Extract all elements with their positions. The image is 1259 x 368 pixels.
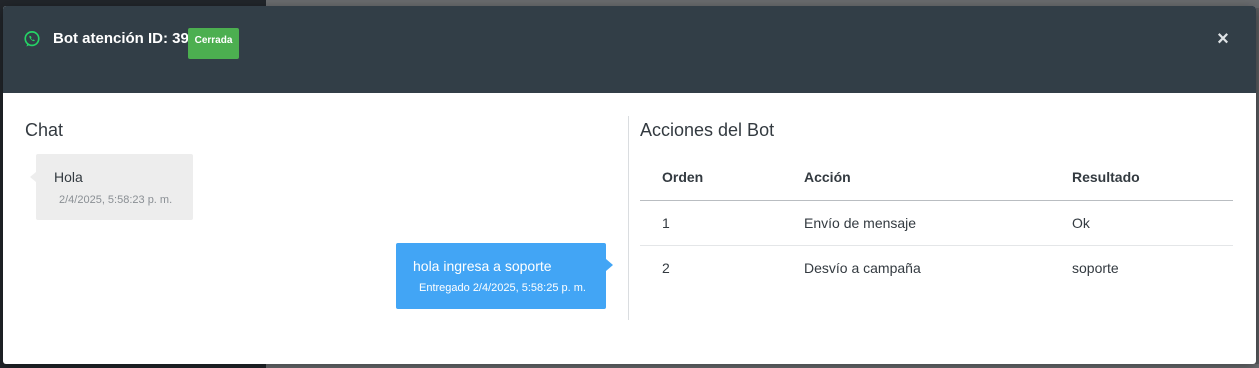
table-row: 2 Desvío a campaña soporte <box>640 245 1233 290</box>
bot-actions-title: Acciones del Bot <box>640 120 775 140</box>
column-header-orden: Orden <box>640 155 804 201</box>
cell-orden: 1 <box>640 200 804 246</box>
chat-panel: Chat Hola 2/4/2025, 5:58:23 p. m. hola i… <box>3 93 628 364</box>
column-header-resultado: Resultado <box>1072 155 1233 201</box>
cell-accion: Desvío a campaña <box>804 259 921 276</box>
close-icon[interactable]: × <box>1214 29 1232 49</box>
background-table-header <box>266 364 1259 368</box>
modal-title: Bot atención ID: 39 <box>53 30 189 47</box>
chat-title: Chat <box>25 120 64 140</box>
message-timestamp: Entregado 2/4/2025, 5:58:25 p. m. <box>419 282 586 294</box>
bot-actions-table: Orden Acción Resultado 1 Envío de mensaj… <box>640 155 1233 290</box>
modal-header: Bot atención ID: 39 Cerrada × <box>3 6 1256 93</box>
outgoing-message: hola ingresa a soporte Entregado 2/4/202… <box>396 243 613 309</box>
status-badge: Cerrada <box>188 28 239 59</box>
cell-resultado: Ok <box>1072 200 1233 246</box>
message-text: Hola <box>54 169 83 185</box>
whatsapp-icon <box>24 31 40 47</box>
message-text: hola ingresa a soporte <box>413 258 552 274</box>
table-header-row: Orden Acción Resultado <box>640 155 1233 201</box>
message-timestamp: 2/4/2025, 5:58:23 p. m. <box>59 194 173 206</box>
incoming-message: Hola 2/4/2025, 5:58:23 p. m. <box>30 154 193 220</box>
cell-orden: 2 <box>662 259 670 276</box>
column-header-accion: Acción <box>804 155 1072 201</box>
cell-resultado: soporte <box>1072 259 1119 276</box>
table-row: 1 Envío de mensaje Ok <box>640 200 1233 246</box>
modal-body: Chat Hola 2/4/2025, 5:58:23 p. m. hola i… <box>3 93 1256 364</box>
bot-attention-modal: Bot atención ID: 39 Cerrada × Chat Hola … <box>3 6 1256 364</box>
cell-accion: Envío de mensaje <box>804 200 1072 246</box>
panel-divider <box>628 116 629 320</box>
